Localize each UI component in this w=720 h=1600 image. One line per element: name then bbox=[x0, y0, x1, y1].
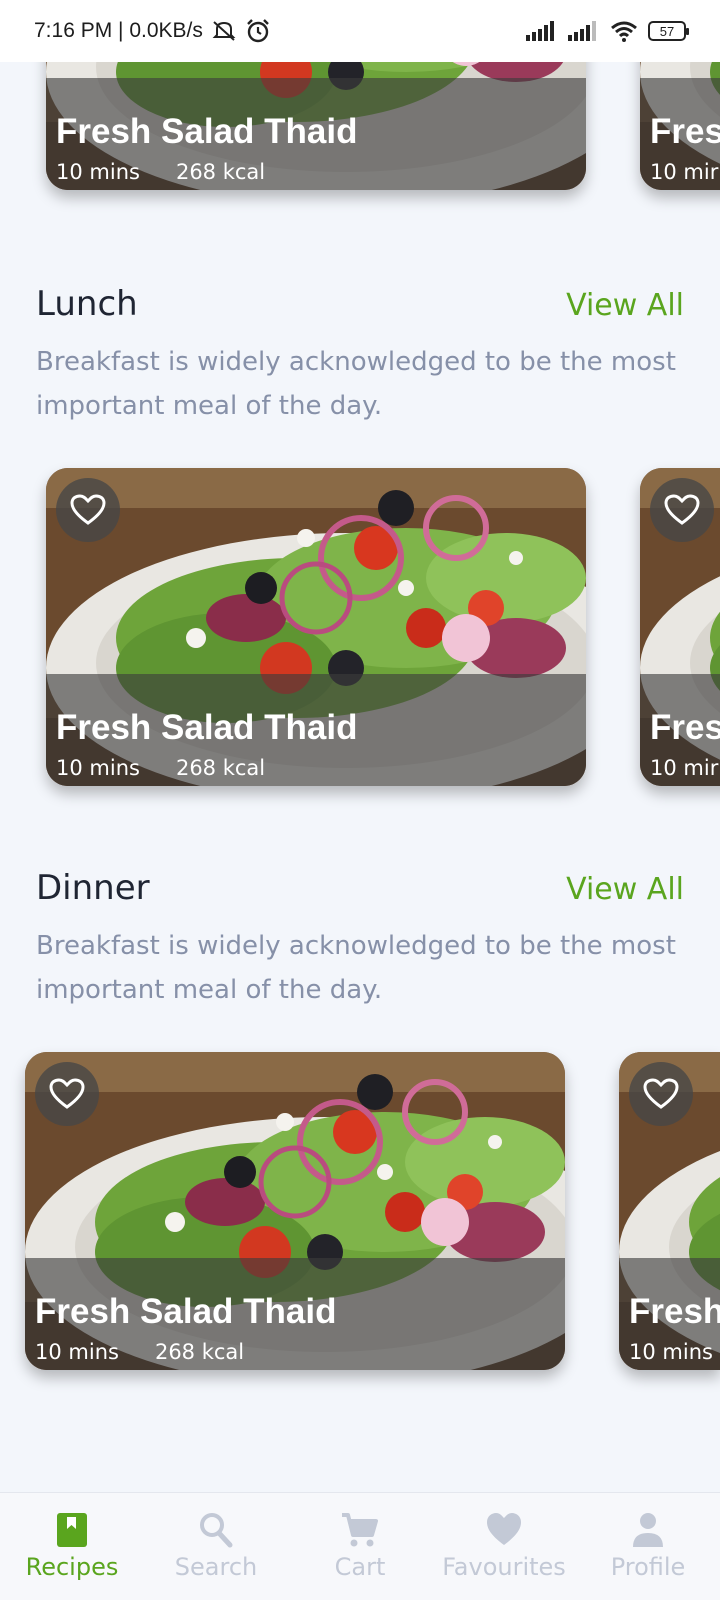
heart-outline-icon bbox=[664, 494, 700, 525]
recipe-meta: 10 mir bbox=[650, 756, 718, 780]
recipe-card[interactable]: Fresh Salad Thaid 10 mins 268 kcal bbox=[25, 1052, 565, 1370]
recipe-calories: 268 kcal bbox=[154, 1340, 245, 1364]
recipe-calories: 268 kcal bbox=[175, 160, 266, 184]
recipe-calories: 268 kcal bbox=[175, 756, 266, 780]
recipe-card-peek[interactable]: Fresh 10 mins bbox=[619, 1052, 720, 1370]
recipe-title: Fres bbox=[650, 708, 720, 747]
recipe-title: Fresh Salad Thaid bbox=[56, 708, 358, 747]
recipe-meta: 10 mins bbox=[629, 1340, 713, 1364]
nav-label: Cart bbox=[334, 1553, 386, 1581]
section-description: Breakfast is widely acknowledged to be t… bbox=[36, 931, 676, 1005]
heart-outline-icon bbox=[70, 494, 106, 525]
recipe-time: 10 mins bbox=[56, 756, 140, 780]
recipe-time: 10 mir bbox=[650, 756, 719, 780]
recipe-meta: 10 mir bbox=[650, 160, 718, 184]
nav-label: Search bbox=[174, 1553, 258, 1581]
favourite-button[interactable] bbox=[56, 478, 120, 542]
mute-notification-icon bbox=[212, 21, 236, 41]
wifi-icon bbox=[611, 21, 637, 42]
nav-cart[interactable]: Cart bbox=[290, 1511, 430, 1581]
section-description: Breakfast is widely acknowledged to be t… bbox=[36, 347, 676, 421]
recipe-time: 10 mir bbox=[650, 160, 719, 184]
section-title: Dinner bbox=[36, 868, 150, 908]
section-header: Dinner View All bbox=[36, 868, 684, 908]
recipe-time: 10 mins bbox=[629, 1340, 713, 1364]
recipe-meta: 10 mins 268 kcal bbox=[35, 1340, 244, 1364]
heart-outline-icon bbox=[49, 1078, 85, 1109]
nav-search[interactable]: Search bbox=[146, 1511, 286, 1581]
recipe-title: Fresh Salad Thaid bbox=[35, 1292, 337, 1331]
recipe-card[interactable]: Fresh Salad Thaid 10 mins 268 kcal bbox=[46, 62, 586, 190]
heart-icon bbox=[487, 1513, 521, 1545]
alarm-icon bbox=[247, 19, 269, 43]
nav-label: Favourites bbox=[442, 1553, 566, 1581]
nav-recipes[interactable]: Recipes bbox=[2, 1511, 142, 1581]
recipe-card-peek[interactable]: Fres 10 mir bbox=[640, 468, 720, 786]
recipe-card-peek[interactable]: Fres 10 mir bbox=[640, 62, 720, 190]
heart-outline-icon bbox=[643, 1078, 679, 1109]
recipe-meta: 10 mins 268 kcal bbox=[56, 756, 265, 780]
recipe-time: 10 mins bbox=[56, 160, 140, 184]
recipe-title: Fresh bbox=[629, 1292, 720, 1331]
person-icon bbox=[633, 1513, 663, 1547]
search-icon bbox=[200, 1513, 233, 1548]
nav-label: Profile bbox=[610, 1553, 686, 1581]
book-icon bbox=[57, 1513, 87, 1547]
status-bar-left: 7:16 PM | 0.0KB/s bbox=[34, 18, 271, 44]
status-bar: 7:16 PM | 0.0KB/s 57 bbox=[0, 0, 720, 62]
nav-profile[interactable]: Profile bbox=[578, 1511, 718, 1581]
nav-favourites[interactable]: Favourites bbox=[434, 1511, 574, 1581]
recipe-time: 10 mins bbox=[35, 1340, 119, 1364]
signal-icon bbox=[526, 21, 554, 41]
status-time: 7:16 PM | 0.0KB/s bbox=[34, 19, 203, 42]
signal-icon-2 bbox=[568, 21, 596, 41]
bottom-navigation: Recipes Search Cart Favourites Profile bbox=[0, 1492, 720, 1600]
view-all-link[interactable]: View All bbox=[566, 872, 684, 907]
recipe-card[interactable]: Fresh Salad Thaid 10 mins 268 kcal bbox=[46, 468, 586, 786]
favourite-button[interactable] bbox=[35, 1062, 99, 1126]
section-header: Lunch View All bbox=[36, 284, 684, 324]
recipe-meta: 10 mins 268 kcal bbox=[56, 160, 265, 184]
section-title: Lunch bbox=[36, 284, 138, 324]
recipe-title: Fresh Salad Thaid bbox=[56, 112, 358, 151]
recipe-title: Fres bbox=[650, 112, 720, 151]
recipes-scroll[interactable]: Fresh Salad Thaid 10 mins 268 kcal Fres … bbox=[0, 62, 720, 1492]
favourite-button[interactable] bbox=[629, 1062, 693, 1126]
view-all-link[interactable]: View All bbox=[566, 288, 684, 323]
cart-icon bbox=[342, 1513, 378, 1547]
status-bar-right: 57 bbox=[526, 20, 689, 42]
nav-label: Recipes bbox=[25, 1553, 119, 1581]
battery-indicator: 57 bbox=[648, 21, 689, 41]
favourite-button[interactable] bbox=[650, 478, 714, 542]
